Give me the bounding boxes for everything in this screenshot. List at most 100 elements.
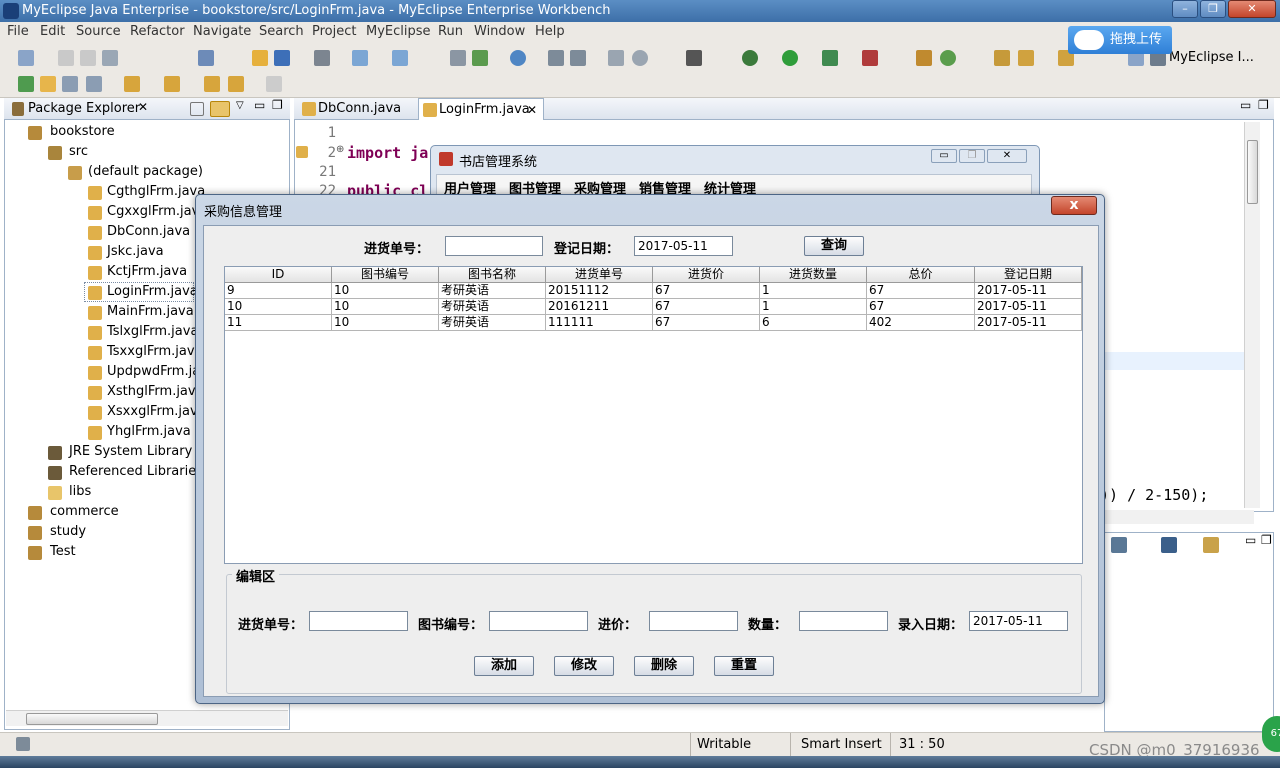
menu-help[interactable]: Help (535, 24, 565, 39)
menu-myeclipse[interactable]: MyEclipse (366, 24, 431, 39)
column-header[interactable]: 总价 (867, 267, 975, 283)
open-type-icon[interactable] (994, 50, 1010, 66)
editor-tab-dbconn[interactable]: DbConn.java (298, 98, 416, 120)
minimize-view-icon[interactable]: ▭ (254, 98, 265, 112)
editor-vscrollbar[interactable] (1244, 122, 1260, 508)
package-explorer-tab[interactable]: Package Explorer (28, 101, 140, 116)
close-tab-icon[interactable]: ✕ (138, 100, 148, 114)
column-header[interactable]: 进货数量 (760, 267, 867, 283)
reset-button[interactable]: 重置 (714, 656, 774, 676)
minimize-panel-icon[interactable]: ▭ (1245, 533, 1256, 547)
tree-item-file[interactable]: KctjFrm.java (107, 264, 187, 279)
link-editor-icon[interactable] (210, 101, 230, 117)
modify-button[interactable]: 修改 (554, 656, 614, 676)
globe-icon[interactable] (510, 50, 526, 66)
fast-view-icon[interactable] (16, 737, 30, 751)
edit-order-input[interactable] (309, 611, 408, 631)
edit-qty-input[interactable] (799, 611, 888, 631)
tree-item-file[interactable]: DbConn.java (107, 224, 190, 239)
connect-icon[interactable] (570, 50, 586, 66)
search-order-input[interactable] (445, 236, 543, 256)
open-icon[interactable] (548, 50, 564, 66)
tree-item-file[interactable]: XsxxglFrm.java (107, 404, 206, 419)
minimize-editor-icon[interactable]: ▭ (1240, 98, 1251, 112)
editor-hscrollbar[interactable] (1104, 510, 1254, 524)
tree-item-file[interactable]: Jskc.java (107, 244, 164, 259)
menu-project[interactable]: Project (312, 24, 356, 39)
back-icon[interactable] (228, 76, 244, 92)
mark-occurrences-icon[interactable] (40, 76, 56, 92)
close-window-button[interactable]: ✕ (1228, 0, 1276, 18)
export-icon[interactable] (472, 50, 488, 66)
tree-item-jre[interactable]: JRE System Library [Ja (69, 444, 213, 459)
maximize-button[interactable]: ❐ (1200, 0, 1226, 18)
editor-tab-loginfrm[interactable]: LoginFrm.java ✕ (418, 98, 544, 120)
pin-icon[interactable] (1111, 537, 1127, 553)
tree-item-file[interactable]: CgthglFrm.java (107, 184, 205, 199)
menu-edit[interactable]: Edit (40, 24, 65, 39)
menu-navigate[interactable]: Navigate (193, 24, 251, 39)
maximize-editor-icon[interactable]: ❐ (1258, 98, 1269, 112)
close-tab-icon[interactable]: ✕ (527, 99, 537, 121)
edit-book-input[interactable] (489, 611, 588, 631)
tree-item-referenced-libraries[interactable]: Referenced Libraries (69, 464, 203, 479)
column-header[interactable]: 进货价 (653, 267, 760, 283)
tree-item-file[interactable]: CgxxglFrm.java (107, 204, 207, 219)
open-console-icon[interactable] (1203, 537, 1219, 553)
run-config-icon[interactable] (822, 50, 838, 66)
block-selection-icon[interactable] (62, 76, 78, 92)
prev-annotation-icon[interactable] (164, 76, 180, 92)
column-header[interactable]: ID (225, 267, 332, 283)
camera-icon[interactable] (686, 50, 702, 66)
save-icon[interactable] (58, 50, 74, 66)
new-icon[interactable] (18, 50, 34, 66)
baidu-upload-widget[interactable]: 拖拽上传 (1068, 26, 1172, 54)
bg-maximize-button[interactable]: ❐ (959, 149, 985, 163)
external-tools-icon[interactable] (862, 50, 878, 66)
print-icon[interactable] (102, 50, 118, 66)
web-icon[interactable] (632, 50, 648, 66)
tree-item-bookstore[interactable]: bookstore (50, 124, 115, 139)
tree-item-src[interactable]: src (69, 144, 88, 159)
fold-icon[interactable]: ⊕ (336, 144, 344, 155)
menu-window[interactable]: Window (474, 24, 525, 39)
tree-item-file[interactable]: XsthglFrm.java (107, 384, 204, 399)
dialog-close-button[interactable]: x (1051, 196, 1097, 215)
delete-button[interactable]: 删除 (634, 656, 694, 676)
tree-item-file[interactable]: YhglFrm.java (107, 424, 191, 439)
query-button[interactable]: 查询 (804, 236, 864, 256)
next-annotation-icon[interactable] (124, 76, 140, 92)
show-whitespace-icon[interactable] (86, 76, 102, 92)
purchase-table[interactable]: ID 图书编号 图书名称 进货单号 进货价 进货数量 总价 登记日期 9 10 … (224, 266, 1083, 564)
tree-item-file[interactable]: TsxxglFrm.java (107, 344, 203, 359)
view-menu-icon[interactable]: ▽ (236, 100, 244, 111)
wizard2-icon[interactable] (392, 50, 408, 66)
scroll-thumb[interactable] (26, 713, 158, 725)
cube-icon[interactable] (274, 50, 290, 66)
wizard-icon[interactable] (352, 50, 368, 66)
minimize-button[interactable]: – (1172, 0, 1198, 18)
menu-source[interactable]: Source (76, 24, 121, 39)
add-button[interactable]: 添加 (474, 656, 534, 676)
column-header[interactable]: 图书编号 (332, 267, 439, 283)
menu-search[interactable]: Search (259, 24, 304, 39)
server-icon[interactable] (314, 50, 330, 66)
edit-price-input[interactable] (649, 611, 738, 631)
package-icon[interactable] (252, 50, 268, 66)
tree-item-libs[interactable]: libs (69, 484, 91, 499)
tree-item-default-package[interactable]: (default package) (88, 164, 203, 179)
new-java-icon[interactable] (940, 50, 956, 66)
menu-run[interactable]: Run (438, 24, 463, 39)
package-explorer-hscrollbar[interactable] (6, 710, 288, 726)
tree-item-commerce[interactable]: commerce (50, 504, 119, 519)
debug-icon[interactable] (742, 50, 758, 66)
scroll-thumb[interactable] (1247, 140, 1258, 204)
save-all-icon[interactable] (80, 50, 96, 66)
collapse-all-icon[interactable] (190, 102, 204, 116)
maximize-view-icon[interactable]: ❐ (272, 98, 283, 112)
edit-date-input[interactable] (969, 611, 1068, 631)
browser-icon[interactable] (608, 50, 624, 66)
search-tool-icon[interactable] (1018, 50, 1034, 66)
column-header[interactable]: 登记日期 (975, 267, 1082, 283)
tree-item-file[interactable]: TslxglFrm.java (107, 324, 198, 339)
